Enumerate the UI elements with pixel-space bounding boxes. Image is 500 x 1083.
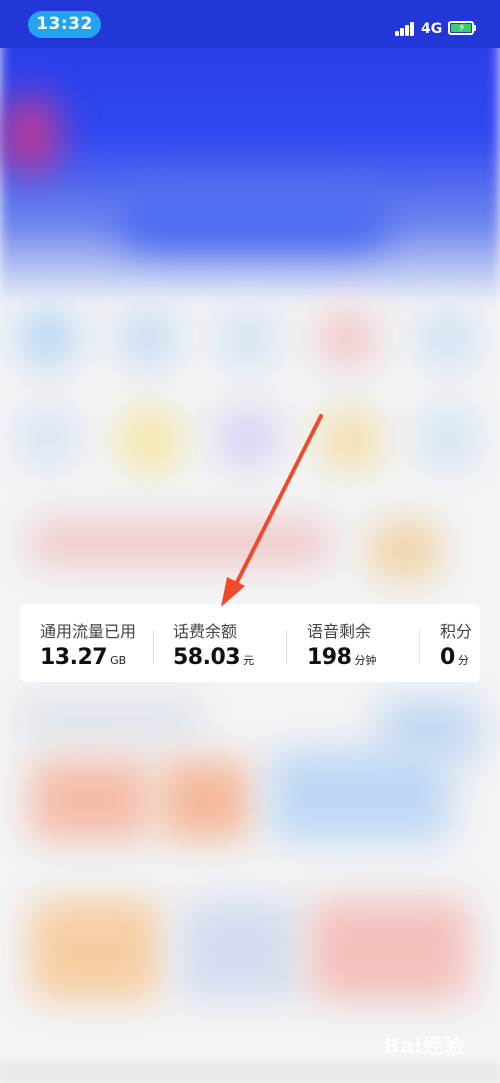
blurred-app-icon bbox=[120, 310, 175, 365]
signal-icon bbox=[395, 22, 417, 36]
stat-unit: 分 bbox=[457, 654, 469, 667]
stat-balance[interactable]: 话费余额 58.03 元 bbox=[173, 604, 283, 682]
divider bbox=[286, 630, 287, 664]
battery-tip bbox=[474, 25, 476, 31]
blurred-content-card bbox=[160, 760, 250, 840]
stat-value: 198 分钟 bbox=[307, 645, 376, 670]
blurred-content-card bbox=[30, 760, 150, 840]
stat-value: 13.27 GB bbox=[40, 645, 126, 670]
blurred-tab-bar bbox=[0, 1062, 500, 1083]
stat-unit: 分钟 bbox=[354, 654, 377, 667]
blurred-app-icon bbox=[20, 410, 75, 465]
blurred-app-icon bbox=[220, 310, 275, 365]
stat-voice-remaining[interactable]: 语音剩余 198 分钟 bbox=[307, 604, 417, 682]
network-type: 4G bbox=[421, 21, 443, 37]
blurred-banner-decoration bbox=[120, 190, 390, 250]
blurred-background bbox=[0, 0, 500, 1083]
stat-label: 通用流量已用 bbox=[40, 622, 137, 641]
blurred-content-card bbox=[30, 900, 160, 1000]
blurred-content-card bbox=[270, 750, 450, 840]
blurred-promo-strip bbox=[30, 520, 330, 565]
blurred-section-title bbox=[20, 700, 200, 740]
watermark-logo: Bai经验 bbox=[384, 1034, 465, 1058]
divider bbox=[419, 630, 420, 664]
charging-bolt-icon: ⚡ bbox=[458, 21, 466, 34]
stat-number: 13.27 bbox=[40, 645, 108, 670]
stat-number: 0 bbox=[440, 645, 455, 670]
blurred-content-card bbox=[310, 900, 470, 1000]
divider bbox=[153, 630, 154, 664]
stat-label: 积分 bbox=[440, 622, 473, 641]
stat-value: 0分 bbox=[440, 645, 469, 670]
blurred-banner-decoration bbox=[0, 95, 60, 175]
stat-number: 198 bbox=[307, 645, 352, 670]
blurred-content-card bbox=[180, 900, 300, 1000]
blurred-app-icon bbox=[120, 410, 180, 470]
account-stats-card: 通用流量已用 13.27 GB 话费余额 58.03 元 语音剩余 198 分钟 积分… bbox=[20, 604, 480, 682]
stat-points[interactable]: 积分 0分 bbox=[440, 604, 480, 682]
blurred-app-icon bbox=[20, 310, 75, 365]
blurred-app-icon bbox=[420, 310, 475, 365]
status-time: 13:32 bbox=[28, 11, 101, 38]
blurred-app-icon bbox=[220, 410, 275, 465]
stat-label: 语音剩余 bbox=[307, 622, 372, 641]
status-bar: 13:32 4G ⚡ bbox=[0, 0, 500, 48]
stat-unit: GB bbox=[110, 654, 127, 667]
blurred-app-icon bbox=[420, 410, 475, 465]
battery-icon: ⚡ bbox=[448, 21, 474, 35]
blurred-promo-strip bbox=[370, 520, 440, 580]
stat-label: 话费余额 bbox=[173, 622, 238, 641]
blurred-app-icon bbox=[320, 410, 380, 470]
stat-value: 58.03 元 bbox=[173, 645, 254, 670]
stat-unit: 元 bbox=[243, 654, 255, 667]
stat-data-usage[interactable]: 通用流量已用 13.27 GB bbox=[40, 604, 160, 682]
blurred-app-icon bbox=[320, 310, 375, 365]
stat-number: 58.03 bbox=[173, 645, 241, 670]
